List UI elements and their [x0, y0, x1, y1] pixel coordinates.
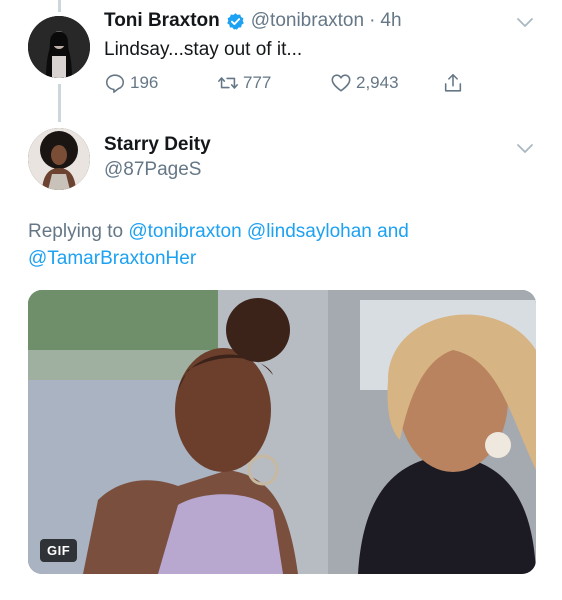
thread-connector-top	[58, 0, 61, 12]
avatar[interactable]	[28, 128, 90, 190]
reply-count: 196	[130, 73, 159, 92]
retweet-count: 777	[243, 73, 272, 92]
separator-dot: ·	[369, 10, 376, 31]
mention-link[interactable]: @tonibraxton	[128, 221, 241, 242]
like-count: 2,943	[356, 73, 399, 92]
tweet-author-row: Toni Braxton @tonibraxton · 4h	[104, 10, 402, 32]
share-button[interactable]	[442, 72, 468, 94]
tweet-actions: 196 777 2,943	[104, 72, 484, 100]
retweet-button[interactable]: 777	[217, 72, 271, 94]
avatar-image	[28, 16, 90, 78]
retweet-icon	[218, 77, 238, 89]
avatar[interactable]	[28, 16, 90, 78]
mention-link[interactable]: @lindsaylohan	[247, 221, 372, 242]
tweet-timestamp[interactable]: 4h	[380, 10, 401, 32]
gif-badge: GIF	[40, 539, 78, 562]
avatar-image	[28, 128, 90, 190]
replying-to: Replying to @tonibraxton @lindsaylohan a…	[28, 218, 538, 272]
author-name[interactable]: Toni Braxton	[104, 10, 220, 32]
like-button[interactable]: 2,943	[330, 72, 399, 94]
share-icon	[444, 73, 462, 92]
reply-icon	[105, 74, 125, 93]
author-handle[interactable]: @87PageS	[104, 159, 201, 181]
reply-button[interactable]: 196	[104, 72, 158, 94]
chevron-down-icon[interactable]	[516, 140, 534, 158]
replying-prefix: Replying to	[28, 221, 124, 242]
mention-link[interactable]: @TamarBraxtonHer	[28, 248, 196, 269]
heart-icon	[331, 74, 351, 92]
author-handle[interactable]: @tonibraxton	[251, 10, 364, 32]
author-name[interactable]: Starry Deity	[104, 134, 211, 156]
thread-connector	[58, 84, 61, 122]
chevron-down-icon[interactable]	[516, 14, 534, 32]
replying-conjunction: and	[377, 221, 409, 242]
tweet-text: Lindsay...stay out of it...	[104, 39, 303, 60]
gif-frame	[28, 290, 536, 574]
verified-badge-icon	[226, 12, 244, 30]
gif-media[interactable]: GIF	[28, 290, 536, 574]
